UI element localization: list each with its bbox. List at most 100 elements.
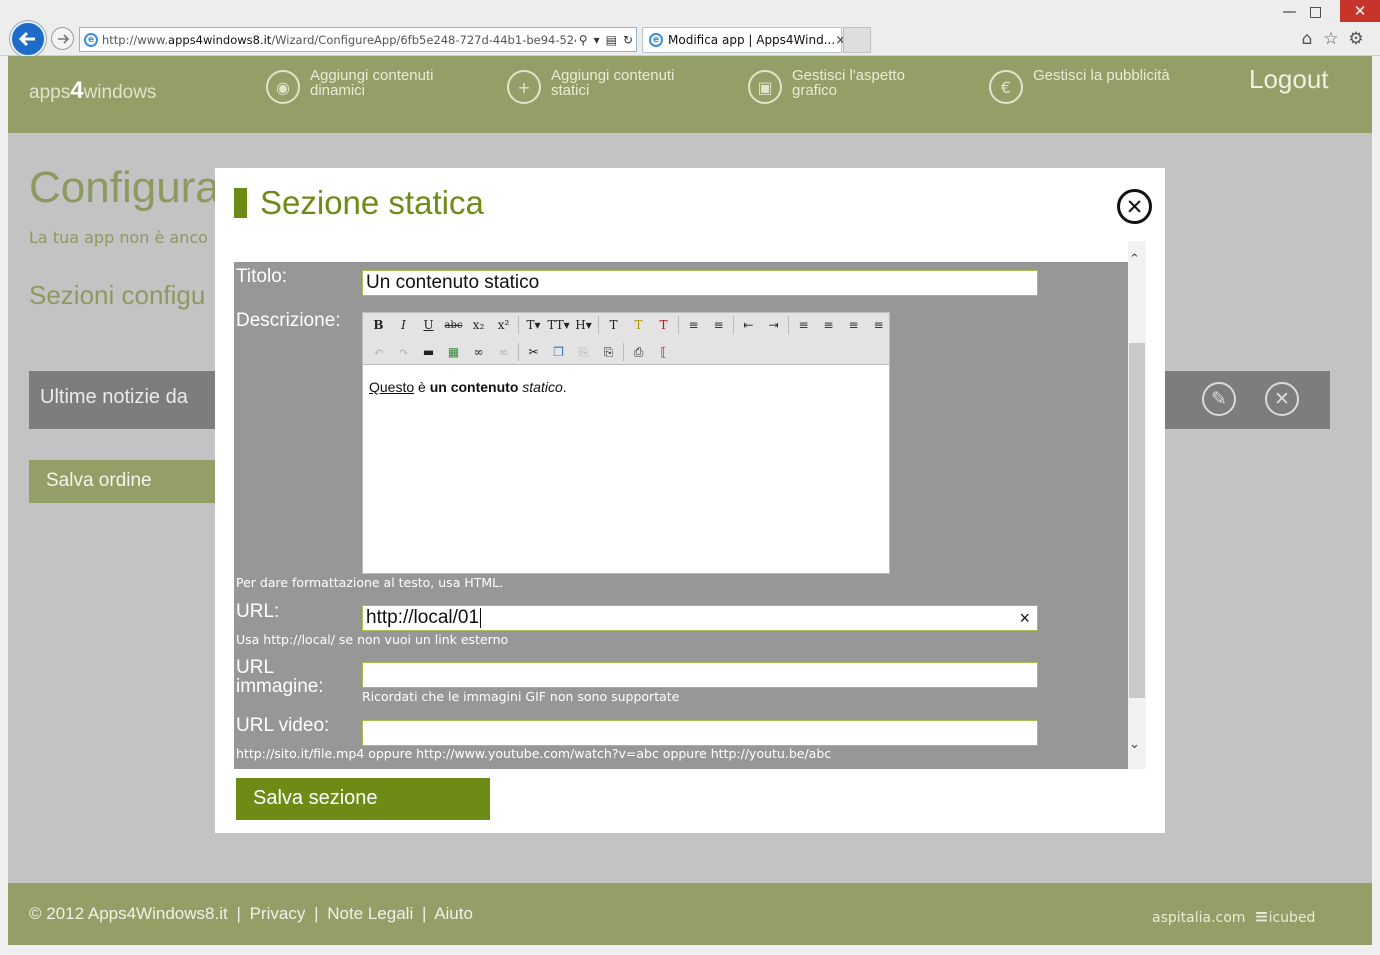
html-source-icon[interactable]: ⟦ <box>651 341 676 363</box>
arrow-left-icon <box>18 31 35 47</box>
copyright-text: © 2012 Apps4Windows8.it <box>29 904 228 923</box>
highlight-icon[interactable]: T <box>626 314 651 336</box>
logout-link[interactable]: Logout <box>1249 64 1329 95</box>
nav-appearance[interactable]: ▣ Gestisci l'aspetto grafico <box>748 68 942 104</box>
video-url-hint: http://sito.it/file.mp4 oppure http://ww… <box>236 746 832 761</box>
unlink-icon[interactable]: ∞ <box>491 341 516 363</box>
horizontal-rule-icon[interactable]: ▬ <box>416 341 441 363</box>
scroll-down-arrow-icon[interactable]: ⌄ <box>1129 737 1140 752</box>
search-icon[interactable]: ⚲ <box>579 33 588 47</box>
forward-button[interactable] <box>51 27 74 50</box>
sponsor-logos[interactable]: aspitalia.com ≡icubed <box>1152 907 1315 927</box>
title-accent-bar <box>234 188 247 218</box>
descrizione-label: Descrizione: <box>236 310 341 331</box>
close-window-button[interactable]: ✕ <box>1340 0 1380 22</box>
browser-tab[interactable]: e Modifica app | Apps4Wind... × <box>642 27 846 53</box>
compat-view-icon[interactable]: ▤ <box>606 33 617 47</box>
gear-icon[interactable]: ⚙ <box>1346 29 1366 49</box>
dialog-title: Sezione statica <box>260 184 484 221</box>
clear-input-icon[interactable]: × <box>1019 608 1030 629</box>
url-hint: Usa http://local/ se non vuoi un link es… <box>236 632 509 647</box>
page-subtitle: La tua app non è anco <box>29 228 208 247</box>
ie-favicon-icon: e <box>649 33 663 47</box>
legal-notes-link[interactable]: Note Legali <box>327 904 413 923</box>
justify-icon[interactable]: ≡ <box>866 314 891 336</box>
strikethrough-icon[interactable]: abc <box>441 314 466 336</box>
print-icon[interactable]: ⎙ <box>626 341 651 363</box>
footer-links: © 2012 Apps4Windows8.it | Privacy | Note… <box>29 904 473 923</box>
undo-icon[interactable]: ↶ <box>366 341 391 363</box>
titolo-input[interactable]: Un contenuto statico <box>362 270 1038 296</box>
insert-image-icon[interactable]: ▦ <box>441 341 466 363</box>
underline-icon[interactable]: U <box>416 314 441 336</box>
help-link[interactable]: Aiuto <box>434 904 473 923</box>
outdent-icon[interactable]: ⇤ <box>736 314 761 336</box>
heading-icon[interactable]: H▾ <box>571 314 596 336</box>
icubed-logo-icon: ≡ <box>1254 907 1269 927</box>
align-right-icon[interactable]: ≡ <box>841 314 866 336</box>
sections-heading: Sezioni configu <box>29 280 206 310</box>
superscript-icon[interactable]: x² <box>491 314 516 336</box>
numbered-list-icon[interactable]: ≡ <box>706 314 731 336</box>
url-input[interactable]: http://local/01 × <box>362 605 1038 631</box>
paste-icon[interactable]: ⎘ <box>571 341 596 363</box>
favorites-star-icon[interactable]: ☆ <box>1321 29 1341 49</box>
url-label: URL: <box>236 601 280 622</box>
address-bar[interactable]: e http://www.apps4windows8.it/Wizard/Con… <box>79 27 637 52</box>
editor-content[interactable]: Questo è un contenuto statico. <box>369 379 567 395</box>
italic-icon[interactable]: I <box>391 314 416 336</box>
bold-icon[interactable]: B <box>366 314 391 336</box>
nav-static-content[interactable]: + Aggiungi contenuti statici <box>507 68 701 104</box>
video-url-input[interactable] <box>362 720 1038 746</box>
insert-link-icon[interactable]: ∞ <box>466 341 491 363</box>
subscript-icon[interactable]: x₂ <box>466 314 491 336</box>
address-text[interactable]: http://www.apps4windows8.it/Wizard/Confi… <box>102 33 576 47</box>
font-size-icon[interactable]: TT▾ <box>546 314 571 336</box>
euro-icon: € <box>989 70 1023 104</box>
privacy-link[interactable]: Privacy <box>250 904 306 923</box>
back-button[interactable] <box>10 21 46 57</box>
arrow-right-icon <box>57 33 69 44</box>
nav-dynamic-content[interactable]: ◉ Aggiungi contenuti dinamici <box>266 68 460 104</box>
dropdown-icon[interactable]: ▾ <box>594 33 600 47</box>
site-logo[interactable]: apps4windows <box>29 77 156 105</box>
font-family-icon[interactable]: T▾ <box>521 314 546 336</box>
close-dialog-button[interactable]: ✕ <box>1117 189 1152 224</box>
page-title: Configura <box>29 163 220 212</box>
editor-toolbar: B I U abc x₂ x² T▾ TT▾ H▾ T T T ≡ ≡ ⇤ ⇥ … <box>363 313 889 365</box>
document-add-icon: + <box>507 70 541 104</box>
section-row-label: Ultime notizie da <box>40 386 188 408</box>
minimize-window-button[interactable]: — <box>1276 2 1303 22</box>
delete-section-icon[interactable]: ✕ <box>1265 382 1299 416</box>
save-order-button[interactable]: Salva ordine <box>29 460 219 503</box>
align-left-icon[interactable]: ≡ <box>791 314 816 336</box>
new-tab-button[interactable] <box>843 27 871 53</box>
bullet-list-icon[interactable]: ≡ <box>681 314 706 336</box>
tab-title: Modifica app | Apps4Wind... <box>668 33 836 47</box>
text-color-icon[interactable]: T <box>601 314 626 336</box>
copy-icon[interactable]: ❐ <box>546 341 571 363</box>
redo-icon[interactable]: ↷ <box>391 341 416 363</box>
paste-text-icon[interactable]: ⎘ <box>596 341 621 363</box>
indent-icon[interactable]: ⇥ <box>761 314 786 336</box>
image-url-input[interactable] <box>362 662 1038 688</box>
maximize-window-button[interactable]: □ <box>1302 2 1329 22</box>
scrollbar-thumb[interactable] <box>1129 343 1145 698</box>
ie-favicon-icon: e <box>84 32 98 47</box>
html-hint: Per dare formattazione al testo, usa HTM… <box>236 575 504 590</box>
align-center-icon[interactable]: ≡ <box>816 314 841 336</box>
clear-format-icon[interactable]: T <box>651 314 676 336</box>
save-section-button[interactable]: Salva sezione <box>236 778 490 820</box>
text-cursor <box>480 608 482 628</box>
image-url-label: URL immagine: <box>236 657 324 697</box>
titolo-label: Titolo: <box>236 266 288 287</box>
home-icon[interactable]: ⌂ <box>1297 29 1317 49</box>
cut-icon[interactable]: ✂ <box>521 341 546 363</box>
refresh-icon[interactable]: ↻ <box>623 33 633 47</box>
edit-section-icon[interactable]: ✎ <box>1202 382 1236 416</box>
nav-advertising[interactable]: € Gestisci la pubblicità <box>989 68 1183 104</box>
video-url-label: URL video: <box>236 715 330 736</box>
globe-icon: ◉ <box>266 70 300 104</box>
image-url-hint: Ricordati che le immagini GIF non sono s… <box>362 689 680 704</box>
scroll-up-arrow-icon[interactable]: ⌃ <box>1129 252 1140 267</box>
